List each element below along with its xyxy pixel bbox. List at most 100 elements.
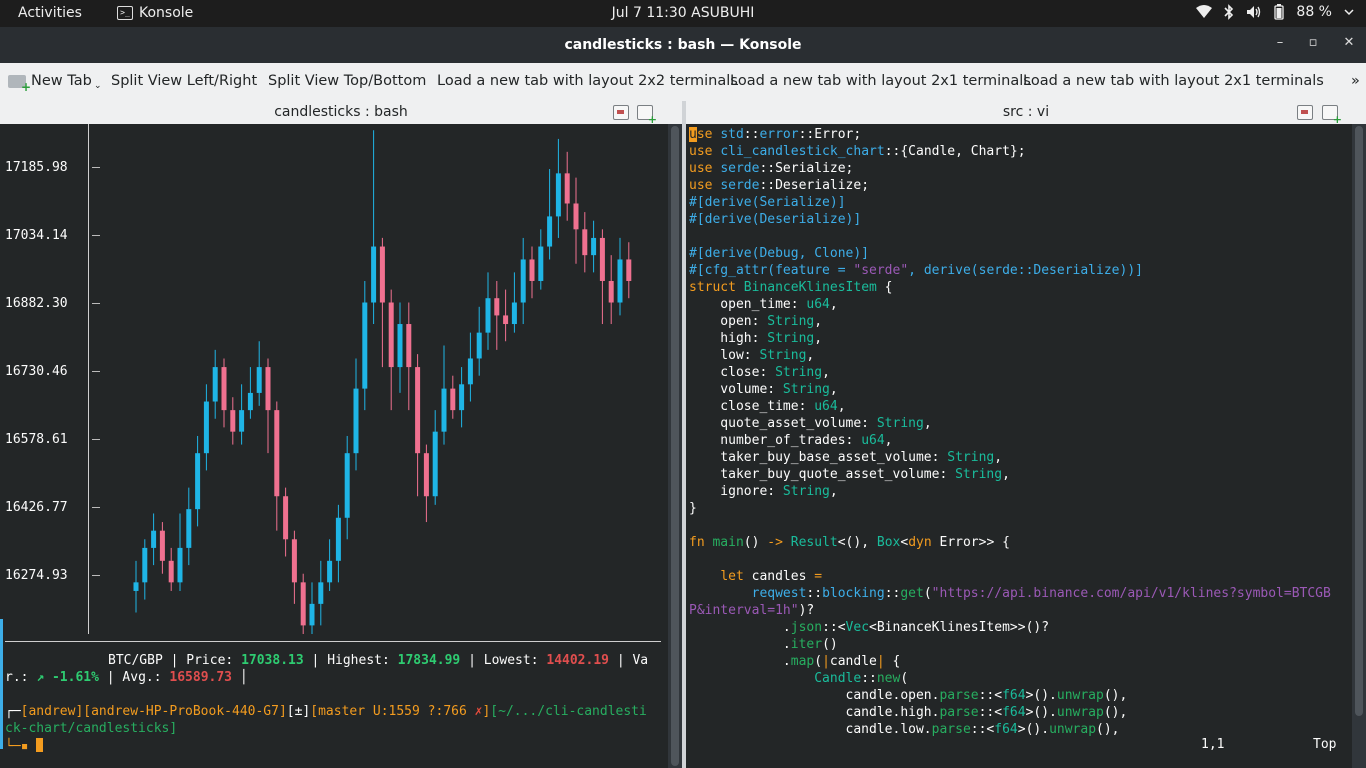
new-tab-dropdown-icon[interactable]: ⌄ [94, 81, 102, 91]
var-label-end: r.: [5, 670, 29, 685]
candle-up [371, 246, 377, 303]
avg-value: 16589.73 [169, 670, 233, 685]
candle-down [582, 229, 588, 256]
candle-up [177, 547, 183, 583]
candle-up [203, 401, 209, 454]
vi-cursor-position: 1,1 [1201, 737, 1225, 752]
candle-up [476, 332, 482, 359]
candle-up [133, 582, 139, 591]
stats-separator [5, 641, 661, 642]
price-value: 17038.13 [241, 653, 304, 668]
candle-up [362, 302, 368, 389]
terminal-icon: >_ [117, 6, 133, 20]
minimize-icon[interactable]: – [1270, 35, 1290, 50]
window-titlebar: candlesticks : bash — Konsole – ▫ ✕ [0, 27, 1366, 63]
app-name: Konsole [139, 5, 194, 21]
candle-down [168, 560, 174, 583]
candle-down [379, 246, 385, 303]
layout-2x1-button-2[interactable]: Load a new tab with layout 2x1 terminals [1023, 73, 1324, 89]
right-scrollbar-thumb[interactable] [1355, 126, 1363, 716]
prompt-line-3[interactable]: └─▪ [5, 738, 44, 754]
candle-up [441, 388, 447, 432]
candle-up [617, 259, 623, 303]
lowest-value: 14402.19 [546, 653, 609, 668]
add-split-icon[interactable] [637, 105, 657, 126]
candle-down [626, 259, 632, 281]
activities-button[interactable]: Activities [18, 5, 82, 21]
candle-up [397, 324, 403, 368]
maximize-icon[interactable]: ▫ [1303, 35, 1323, 50]
toolbar-overflow-icon[interactable]: » [1351, 73, 1360, 89]
right-terminal[interactable]: use std::error::Error; use cli_candlesti… [686, 124, 1352, 768]
wifi-icon [1196, 5, 1213, 18]
candlestick-chart [133, 130, 632, 634]
candle-down [564, 173, 570, 204]
candle-up [538, 246, 544, 281]
split-top-bottom-button[interactable]: Split View Top/Bottom [268, 73, 426, 89]
candle-down [388, 302, 394, 368]
close-icon[interactable]: ✕ [1339, 35, 1359, 50]
candle-down [274, 410, 280, 497]
candle-up [239, 410, 245, 432]
candle-down [573, 203, 579, 230]
system-tray[interactable]: 88 % [1196, 4, 1354, 20]
pair-label: BTC/GBP [108, 653, 163, 668]
candle-down [406, 324, 412, 368]
candle-down [221, 367, 227, 411]
candle-up [555, 173, 561, 217]
highest-label: Highest: [327, 653, 390, 668]
candle-down [608, 280, 614, 303]
stats-line-2: r.: ↗ -1.61% | Avg.: 16589.73 │ [5, 670, 248, 685]
right-scrollbar[interactable] [1352, 124, 1366, 768]
stats-line-1: BTC/GBP | Price: 17038.13 | Highest: 178… [108, 653, 649, 668]
left-pane-title: candlesticks : bash [274, 104, 408, 120]
candle-up [485, 298, 491, 333]
candle-up [432, 431, 438, 497]
candle-up [353, 388, 359, 454]
left-scrollbar[interactable] [668, 124, 682, 768]
top-bar: Activities >_ Konsole Jul 7 11:30 ASUBUH… [0, 0, 1366, 27]
candle-down [291, 539, 297, 583]
left-terminal[interactable]: 17185.98 17034.14 16882.30 16730.46 1657… [0, 124, 668, 768]
var-label-start: Va [632, 653, 649, 668]
candle-up [309, 603, 315, 626]
prompt-pm: [±] [286, 704, 311, 719]
candle-up [318, 582, 324, 604]
active-pane-indicator [0, 619, 3, 749]
close-split-icon[interactable] [613, 105, 629, 120]
clock[interactable]: Jul 7 11:30 ASUBUHI [0, 5, 1366, 21]
konsole-toolbar: New Tab ⌄ Split View Left/Right Split Vi… [0, 63, 1366, 102]
candle-up [195, 453, 201, 510]
candle-up [212, 367, 218, 402]
candle-up [459, 384, 465, 411]
close-split-icon-right[interactable] [1297, 105, 1313, 120]
candle-down [283, 496, 289, 540]
add-split-icon-right[interactable] [1322, 105, 1342, 126]
candle-down [450, 388, 456, 411]
prompt-line-2: ck-chart/candlesticks] [5, 721, 177, 736]
candle-up [520, 259, 526, 303]
candle-down [529, 259, 535, 281]
candle-up [511, 302, 517, 325]
candle-up [151, 530, 157, 548]
right-pane-header: src : vi [686, 101, 1366, 126]
candle-down [300, 582, 306, 626]
new-tab-button[interactable]: New Tab [31, 73, 92, 89]
right-pane-title: src : vi [1002, 104, 1050, 120]
app-menu[interactable]: >_ Konsole [117, 5, 193, 21]
layout-2x1-button[interactable]: Load a new tab with layout 2x1 terminals [730, 73, 1031, 89]
highest-value: 17834.99 [397, 653, 461, 668]
candle-up [256, 367, 262, 393]
split-left-right-button[interactable]: Split View Left/Right [111, 73, 257, 89]
prompt-path-cont: ck-chart/candlesticks] [5, 721, 178, 736]
lowest-label: Lowest: [483, 653, 539, 668]
layout-2x2-button[interactable]: Load a new tab with layout 2x2 terminals [437, 73, 738, 89]
candle-up [467, 358, 473, 385]
battery-percent: 88 % [1296, 4, 1332, 20]
candle-up [142, 547, 148, 583]
candle-up [344, 453, 350, 518]
terminal-cursor [36, 738, 44, 752]
variation-value: ↗ -1.61% [36, 670, 99, 685]
prompt-host: [andrew-HP-ProBook-440-G7] [83, 704, 287, 719]
left-scrollbar-thumb[interactable] [671, 126, 679, 766]
